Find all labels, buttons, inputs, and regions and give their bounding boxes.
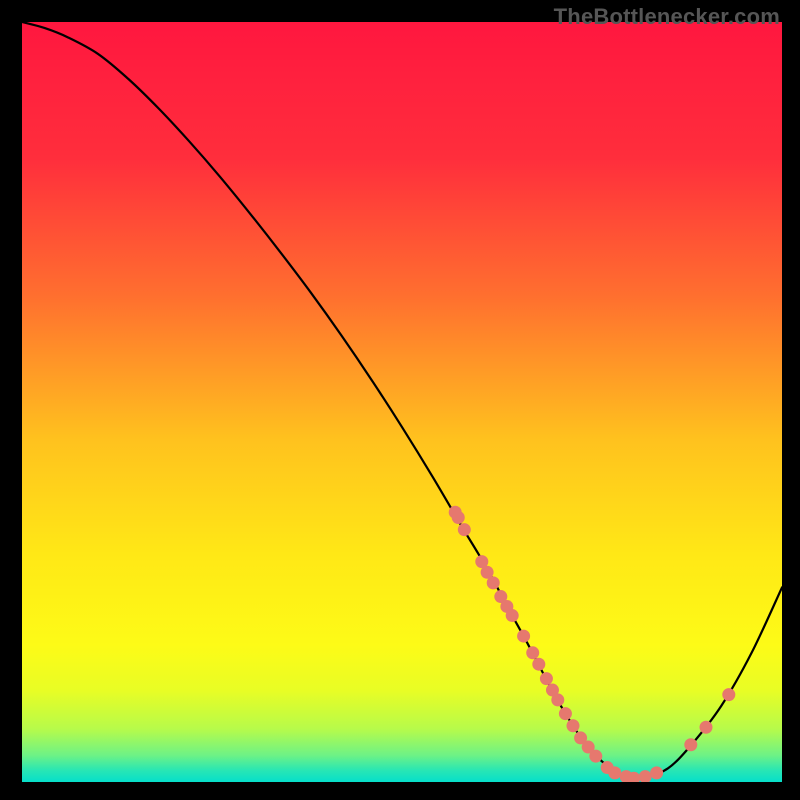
data-marker <box>540 672 553 685</box>
data-marker <box>608 766 621 779</box>
data-marker <box>526 646 539 659</box>
attribution-text: TheBottlenecker.com <box>554 4 780 30</box>
data-marker <box>458 523 471 536</box>
data-marker <box>567 719 580 732</box>
data-marker <box>532 658 545 671</box>
data-marker <box>684 738 697 751</box>
data-marker <box>452 511 465 524</box>
data-marker <box>700 721 713 734</box>
data-marker <box>506 609 519 622</box>
data-marker <box>551 693 564 706</box>
data-marker <box>559 707 572 720</box>
data-marker <box>517 630 530 643</box>
bottleneck-chart <box>22 22 782 782</box>
data-marker <box>722 688 735 701</box>
gradient-background <box>22 22 782 782</box>
data-marker <box>589 750 602 763</box>
data-marker <box>487 576 500 589</box>
data-marker <box>650 766 663 779</box>
